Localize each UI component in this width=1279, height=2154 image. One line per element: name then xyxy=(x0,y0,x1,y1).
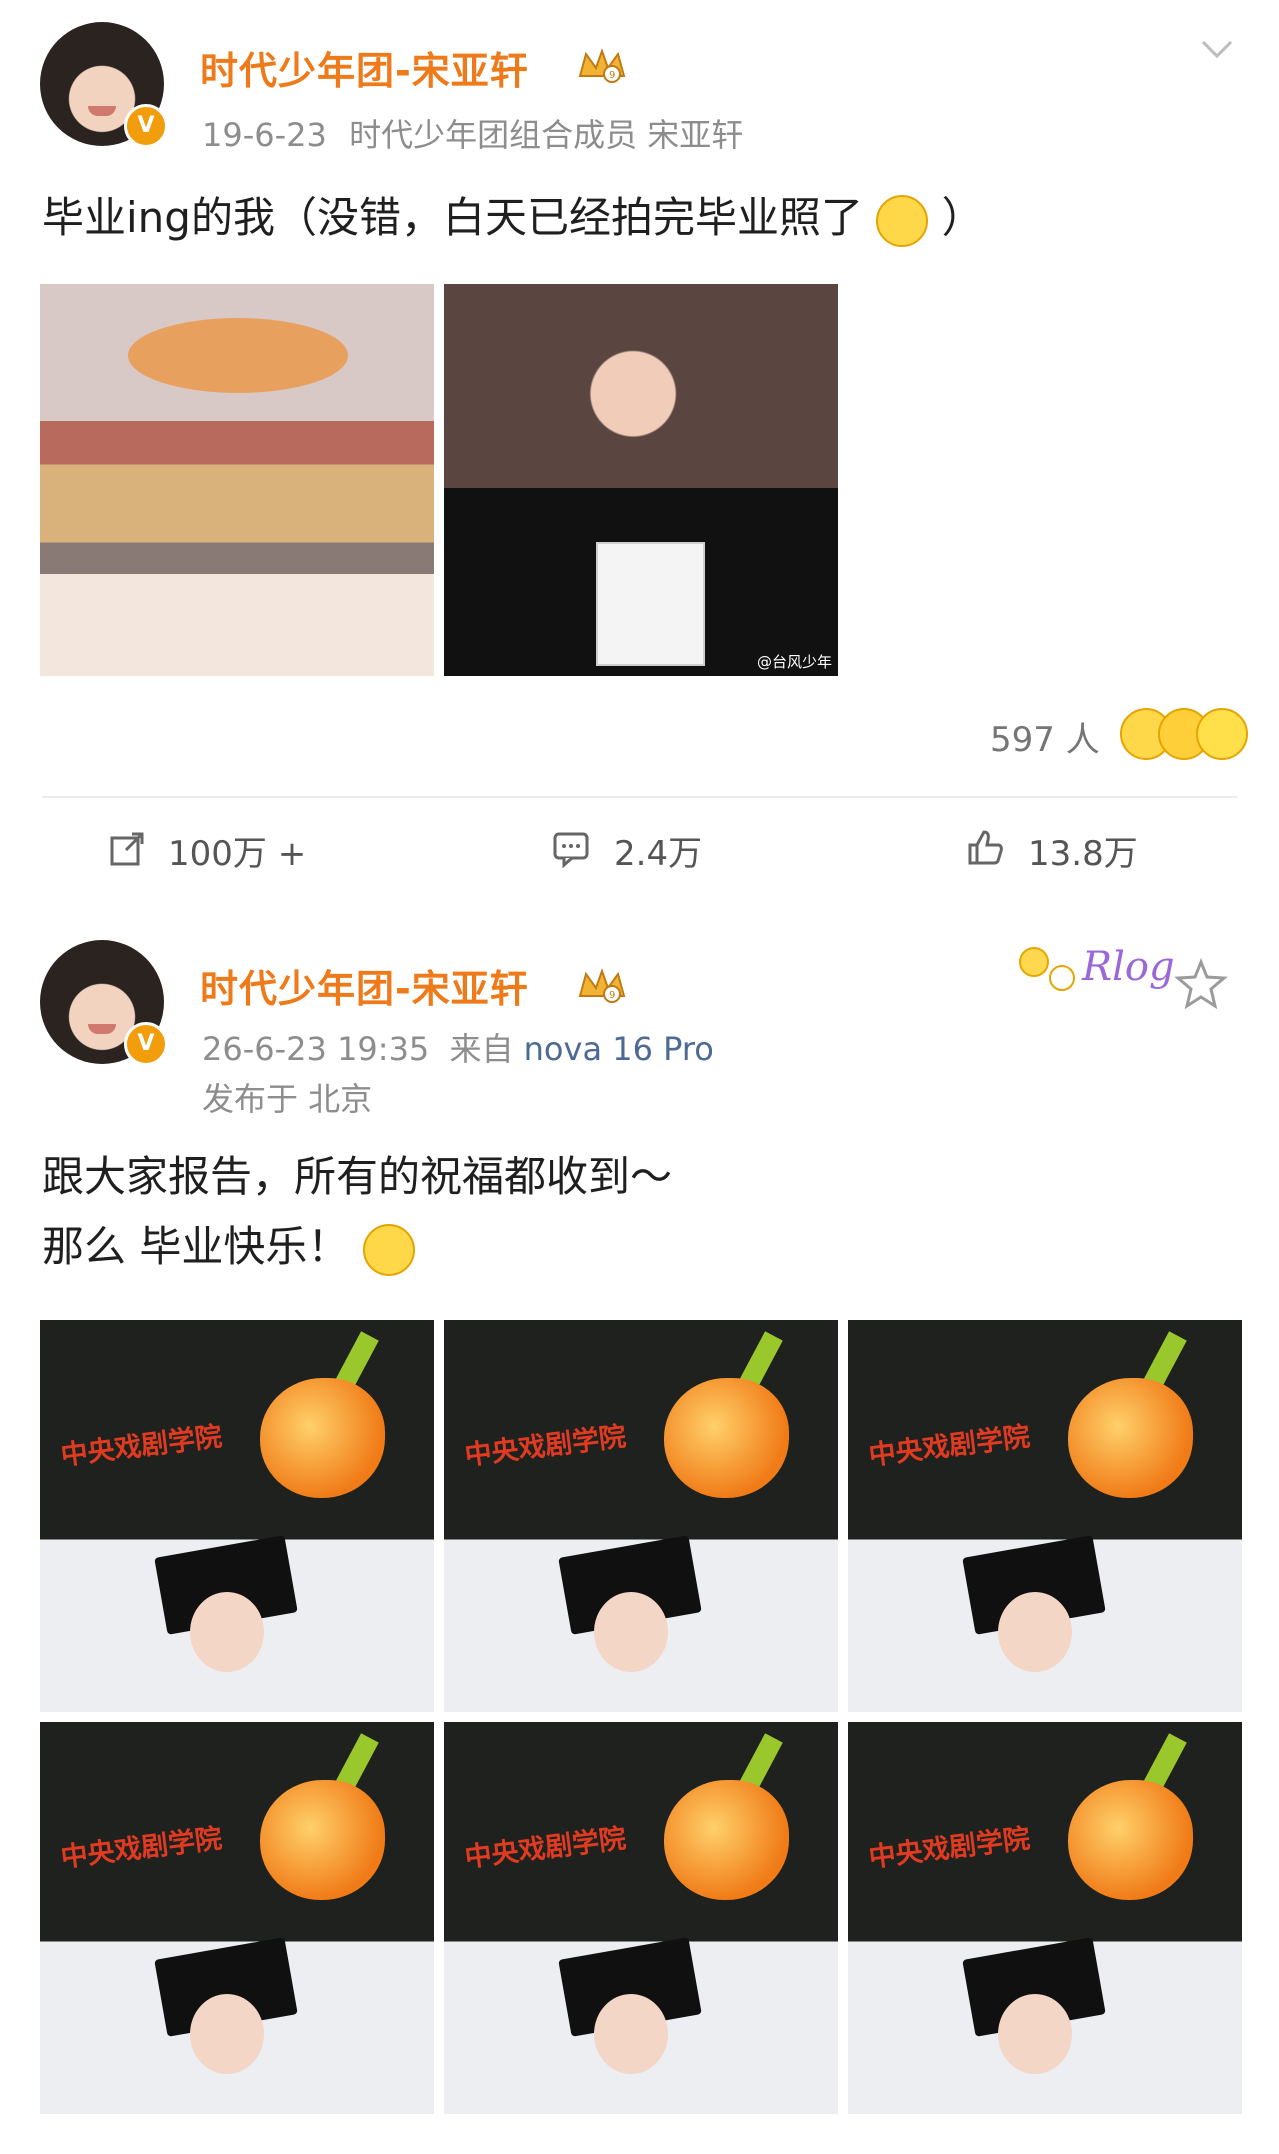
post-text: 毕业ing的我（没错，白天已经拍完毕业照了 ） xyxy=(42,183,984,253)
repost-icon[interactable] xyxy=(108,830,146,868)
verified-badge-icon: V xyxy=(124,104,168,148)
grid-image-6[interactable]: 中央戏剧学院 xyxy=(848,1722,1242,2114)
post-date: 19-6-23 xyxy=(202,116,327,154)
comment-count[interactable]: 2.4万 xyxy=(614,826,702,875)
username[interactable]: 时代少年团-宋亚轩 xyxy=(200,958,529,1013)
star-icon[interactable] xyxy=(1174,958,1228,1012)
like-count[interactable]: 13.8万 xyxy=(1028,826,1138,875)
verified-badge-icon: V xyxy=(124,1022,168,1066)
grid-image-4[interactable]: 中央戏剧学院 xyxy=(40,1722,434,2114)
post-image-cake[interactable] xyxy=(40,284,434,676)
rlog-label: Rlog xyxy=(1081,944,1175,990)
repost-count[interactable]: 100万 + xyxy=(168,826,306,875)
post-meta: 19-6-23 时代少年团组合成员 宋亚轩 xyxy=(202,110,743,156)
grid-image-5[interactable]: 中央戏剧学院 xyxy=(444,1722,838,2114)
divider xyxy=(42,796,1237,798)
crown-icon: 9 xyxy=(578,47,626,83)
like-icon[interactable] xyxy=(966,828,1004,866)
username[interactable]: 时代少年团-宋亚轩 xyxy=(200,40,529,95)
grid-image-3[interactable]: 中央戏剧学院 xyxy=(848,1320,1242,1712)
surprised-emoji-icon xyxy=(1196,708,1248,760)
post-text-line-2-main: 那么 毕业快乐！ xyxy=(42,1222,350,1271)
avatar[interactable]: V xyxy=(40,22,168,148)
post-text-main: 毕业ing的我（没错，白天已经拍完毕业照了 xyxy=(42,193,863,242)
comment-icon[interactable] xyxy=(552,830,590,868)
grid-image-2[interactable]: 中央戏剧学院 xyxy=(444,1320,838,1712)
meta-from-label: 来自 xyxy=(449,1030,514,1068)
avatar[interactable]: V xyxy=(40,940,168,1066)
post-image-boy[interactable]: @台风少年 xyxy=(444,284,838,676)
post-text-line-2: 那么 毕业快乐！ xyxy=(42,1212,415,1282)
happy-emoji-icon xyxy=(362,1223,415,1276)
avatar-face xyxy=(88,106,116,116)
image-watermark: @台风少年 xyxy=(756,653,832,671)
user-description: 时代少年团组合成员 宋亚轩 xyxy=(349,116,744,154)
weibo-post-2: V 时代少年团-宋亚轩 9 26-6-23 19:35 来自 nova 16 P… xyxy=(0,900,1279,2154)
post-location: 发布于 北京 xyxy=(202,1080,373,1118)
device-source[interactable]: nova 16 Pro xyxy=(524,1030,714,1068)
reaction-emoji-group[interactable] xyxy=(1120,708,1248,760)
rlog-sticker: Rlog xyxy=(1019,944,1175,991)
thinking-emoji-icon xyxy=(876,194,929,247)
chevron-down-icon[interactable] xyxy=(1200,38,1234,60)
crown-icon: 9 xyxy=(578,967,626,1003)
avatar-face xyxy=(88,1024,116,1034)
svg-text:9: 9 xyxy=(609,70,615,81)
post-date: 26-6-23 19:35 xyxy=(202,1030,430,1068)
weibo-post-1: V 时代少年团-宋亚轩 9 19-6-23 时代少年团组合成员 宋亚轩 毕业in… xyxy=(0,0,1279,900)
grid-image-1[interactable]: 中央戏剧学院 xyxy=(40,1320,434,1712)
post-text-line-1: 跟大家报告，所有的祝福都收到～ xyxy=(42,1152,673,1201)
reaction-count: 597 人 xyxy=(990,720,1100,760)
post-meta: 26-6-23 19:35 来自 nova 16 Pro xyxy=(202,1024,714,1070)
svg-text:9: 9 xyxy=(609,990,615,1001)
post-text-tail: ） xyxy=(941,193,984,242)
